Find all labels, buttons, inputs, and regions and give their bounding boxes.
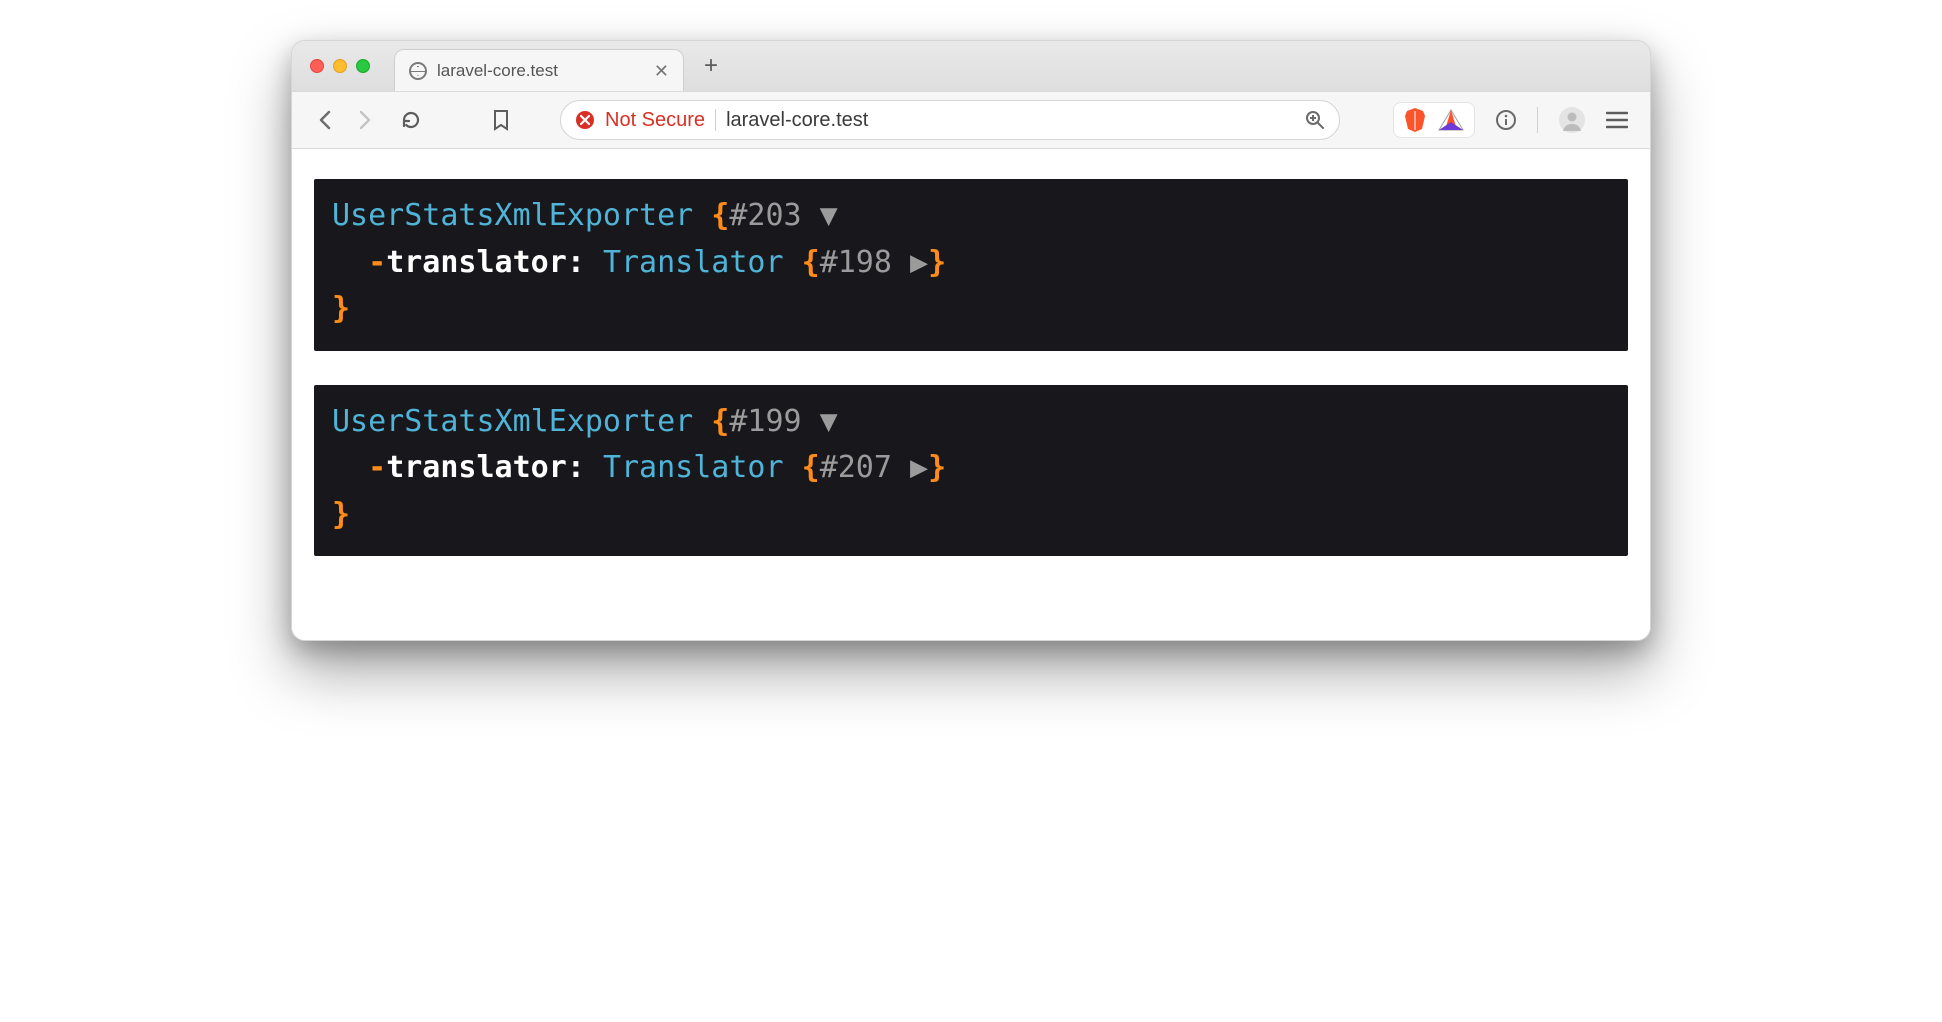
menu-icon[interactable]	[1606, 111, 1628, 129]
dump-class-name: UserStatsXmlExporter	[332, 198, 693, 233]
globe-icon	[409, 62, 427, 80]
new-tab-button[interactable]: +	[694, 52, 728, 80]
window-controls	[310, 59, 370, 73]
browser-toolbar: Not Secure laravel-core.test	[292, 91, 1650, 149]
dump-object-id: #199	[729, 404, 801, 439]
close-tab-icon[interactable]: ✕	[654, 62, 669, 80]
info-icon[interactable]	[1495, 109, 1517, 131]
caret-down-icon[interactable]: ▼	[820, 404, 838, 439]
separator	[1537, 107, 1538, 133]
profile-avatar-icon[interactable]	[1558, 106, 1586, 134]
brace-open: {	[711, 198, 729, 233]
forward-button[interactable]	[354, 110, 376, 130]
maximize-window-button[interactable]	[356, 59, 370, 73]
security-label: Not Secure	[605, 109, 705, 132]
browser-tab[interactable]: laravel-core.test ✕	[394, 49, 684, 91]
minimize-window-button[interactable]	[333, 59, 347, 73]
dump-property-class: Translator	[603, 450, 784, 485]
back-button[interactable]	[314, 110, 336, 130]
brace-close: }	[928, 450, 946, 485]
caret-down-icon[interactable]: ▼	[820, 198, 838, 233]
separator	[715, 109, 716, 131]
var-dump-block[interactable]: UserStatsXmlExporter {#203 ▼ -translator…	[314, 179, 1628, 351]
brace-open: {	[802, 450, 820, 485]
page-viewport: UserStatsXmlExporter {#203 ▼ -translator…	[292, 149, 1650, 640]
dump-property-id: #198	[820, 245, 892, 280]
visibility-private-icon: -	[368, 450, 386, 485]
not-secure-icon	[575, 110, 595, 130]
bat-icon[interactable]	[1438, 109, 1464, 131]
zoom-icon[interactable]	[1305, 110, 1325, 130]
bookmark-button[interactable]	[490, 109, 512, 131]
brace-open: {	[802, 245, 820, 280]
caret-right-icon[interactable]: ▶	[910, 450, 928, 485]
brace-close: }	[332, 291, 350, 326]
dump-property-class: Translator	[603, 245, 784, 280]
caret-right-icon[interactable]: ▶	[910, 245, 928, 280]
reload-button[interactable]	[400, 109, 422, 131]
brace-close: }	[928, 245, 946, 280]
tab-strip: laravel-core.test ✕ +	[292, 41, 1650, 91]
browser-window: laravel-core.test ✕ + Not Secure laravel…	[291, 40, 1651, 641]
visibility-private-icon: -	[368, 245, 386, 280]
brace-open: {	[711, 404, 729, 439]
toolbar-right	[1393, 102, 1628, 138]
dump-property-name: translator	[386, 450, 567, 485]
dump-property-id: #207	[820, 450, 892, 485]
extensions-group	[1393, 102, 1475, 138]
url-text: laravel-core.test	[726, 109, 868, 132]
dump-class-name: UserStatsXmlExporter	[332, 404, 693, 439]
dump-property-name: translator	[386, 245, 567, 280]
brave-shield-icon[interactable]	[1404, 107, 1426, 133]
var-dump-block[interactable]: UserStatsXmlExporter {#199 ▼ -translator…	[314, 385, 1628, 557]
dump-object-id: #203	[729, 198, 801, 233]
address-bar[interactable]: Not Secure laravel-core.test	[560, 100, 1340, 140]
tab-title: laravel-core.test	[437, 61, 558, 81]
brace-close: }	[332, 497, 350, 532]
close-window-button[interactable]	[310, 59, 324, 73]
